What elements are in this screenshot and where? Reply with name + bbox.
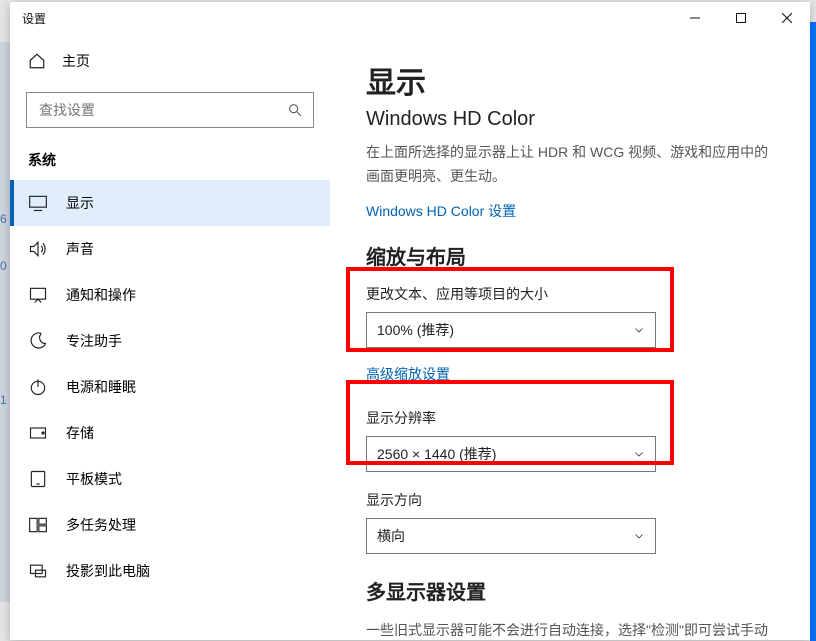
maximize-button[interactable] [718,2,764,34]
scale-heading: 缩放与布局 [366,241,780,270]
resolution-select[interactable]: 2560 × 1440 (推荐) [366,436,656,472]
notifications-icon [28,285,48,305]
strip-label-0: 0 [0,259,7,273]
titlebar[interactable]: 设置 [10,2,810,34]
sidebar-item-label: 电源和睡眠 [66,377,136,397]
sidebar-item-label: 声音 [66,239,94,259]
left-gray-strip [0,42,10,602]
sound-icon [28,239,48,259]
scale-group: 更改文本、应用等项目的大小 100% (推荐) [366,284,780,348]
sidebar: 主页 系统 显示 [10,34,330,640]
chevron-down-icon [633,324,645,336]
strip-label-1: 1 [0,393,7,407]
window-title: 设置 [22,10,46,27]
hdcolor-link[interactable]: Windows HD Color 设置 [366,201,516,221]
sidebar-item-label: 平板模式 [66,469,122,489]
power-icon [28,377,48,397]
sidebar-nav: 显示 声音 通知和操作 [10,180,330,594]
sidebar-item-project[interactable]: 投影到此电脑 [10,548,330,594]
window-body: 主页 系统 显示 [10,34,810,640]
content-area[interactable]: 显示 Windows HD Color 在上面所选择的显示器上让 HDR 和 W… [330,34,810,640]
scale-label: 更改文本、应用等项目的大小 [366,284,780,304]
sidebar-item-tablet[interactable]: 平板模式 [10,456,330,502]
sidebar-item-label: 通知和操作 [66,285,136,305]
sidebar-item-sound[interactable]: 声音 [10,226,330,272]
search-icon [287,102,303,118]
window-buttons [672,2,810,34]
orientation-value: 横向 [377,526,405,546]
home-label: 主页 [62,51,90,71]
resolution-group: 显示分辨率 2560 × 1440 (推荐) [366,408,780,472]
resolution-label: 显示分辨率 [366,408,780,428]
right-blue-bar [810,22,816,641]
display-icon [28,193,48,213]
sidebar-item-label: 显示 [66,193,94,213]
multi-heading: 多显示器设置 [366,576,780,605]
tablet-icon [28,469,48,489]
sidebar-item-label: 多任务处理 [66,515,136,535]
sidebar-item-focus[interactable]: 专注助手 [10,318,330,364]
sidebar-item-storage[interactable]: 存储 [10,410,330,456]
focus-icon [28,331,48,351]
project-icon [28,561,48,581]
advanced-scale-link[interactable]: 高级缩放设置 [366,364,450,384]
sidebar-item-multitask[interactable]: 多任务处理 [10,502,330,548]
chevron-down-icon [633,530,645,542]
close-button[interactable] [764,2,810,34]
sidebar-item-notifications[interactable]: 通知和操作 [10,272,330,318]
scale-value: 100% (推荐) [377,320,454,340]
sidebar-item-display[interactable]: 显示 [10,180,330,226]
orientation-label: 显示方向 [366,490,780,510]
minimize-button[interactable] [672,2,718,34]
sidebar-item-label: 存储 [66,423,94,443]
sidebar-item-label: 投影到此电脑 [66,561,150,581]
storage-icon [28,423,48,443]
orientation-group: 显示方向 横向 [366,490,780,554]
desktop-viewport: 6 0 1 设置 [0,0,816,641]
resolution-value: 2560 × 1440 (推荐) [377,444,496,464]
scale-select[interactable]: 100% (推荐) [366,312,656,348]
hdcolor-desc: 在上面所选择的显示器上让 HDR 和 WCG 视频、游戏和应用中的画面更明亮、更… [366,141,780,189]
chevron-down-icon [633,448,645,460]
settings-window: 设置 主页 [10,2,810,640]
hdcolor-heading: Windows HD Color [366,108,780,131]
strip-label-6: 6 [0,212,7,226]
home-button[interactable]: 主页 [10,40,330,82]
orientation-select[interactable]: 横向 [366,518,656,554]
multitask-icon [28,515,48,535]
page-title: 显示 [366,58,780,102]
search-input[interactable] [26,92,314,128]
sidebar-item-power[interactable]: 电源和睡眠 [10,364,330,410]
search-wrap [10,82,330,132]
multi-desc: 一些旧式显示器可能不会进行自动连接，选择"检测"即可尝试手动连接 [366,619,780,640]
home-icon [28,52,46,70]
sidebar-item-label: 专注助手 [66,331,122,351]
search-text[interactable] [37,101,261,119]
sidebar-category: 系统 [10,132,330,180]
